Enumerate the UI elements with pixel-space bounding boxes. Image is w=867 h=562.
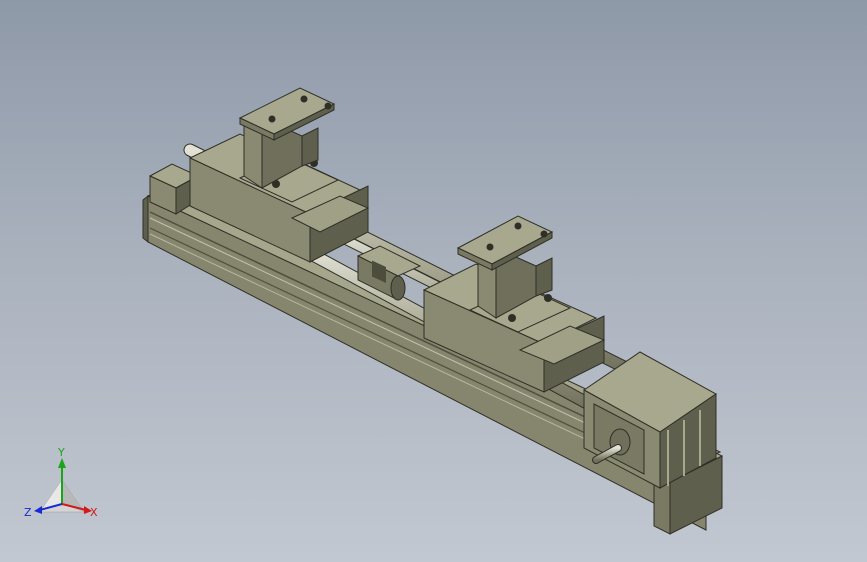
cad-model-linear-module[interactable] (0, 0, 867, 562)
coordinate-triad: Y X Z (24, 446, 98, 519)
z-axis-arrow (34, 506, 42, 514)
motor-housing[interactable] (583, 351, 724, 535)
graphics-viewport[interactable]: Y X Z (0, 0, 867, 562)
y-axis-label: Y (57, 446, 65, 459)
y-axis-arrow (58, 458, 66, 468)
x-axis-label: X (90, 506, 98, 519)
z-axis-label: Z (24, 506, 32, 519)
